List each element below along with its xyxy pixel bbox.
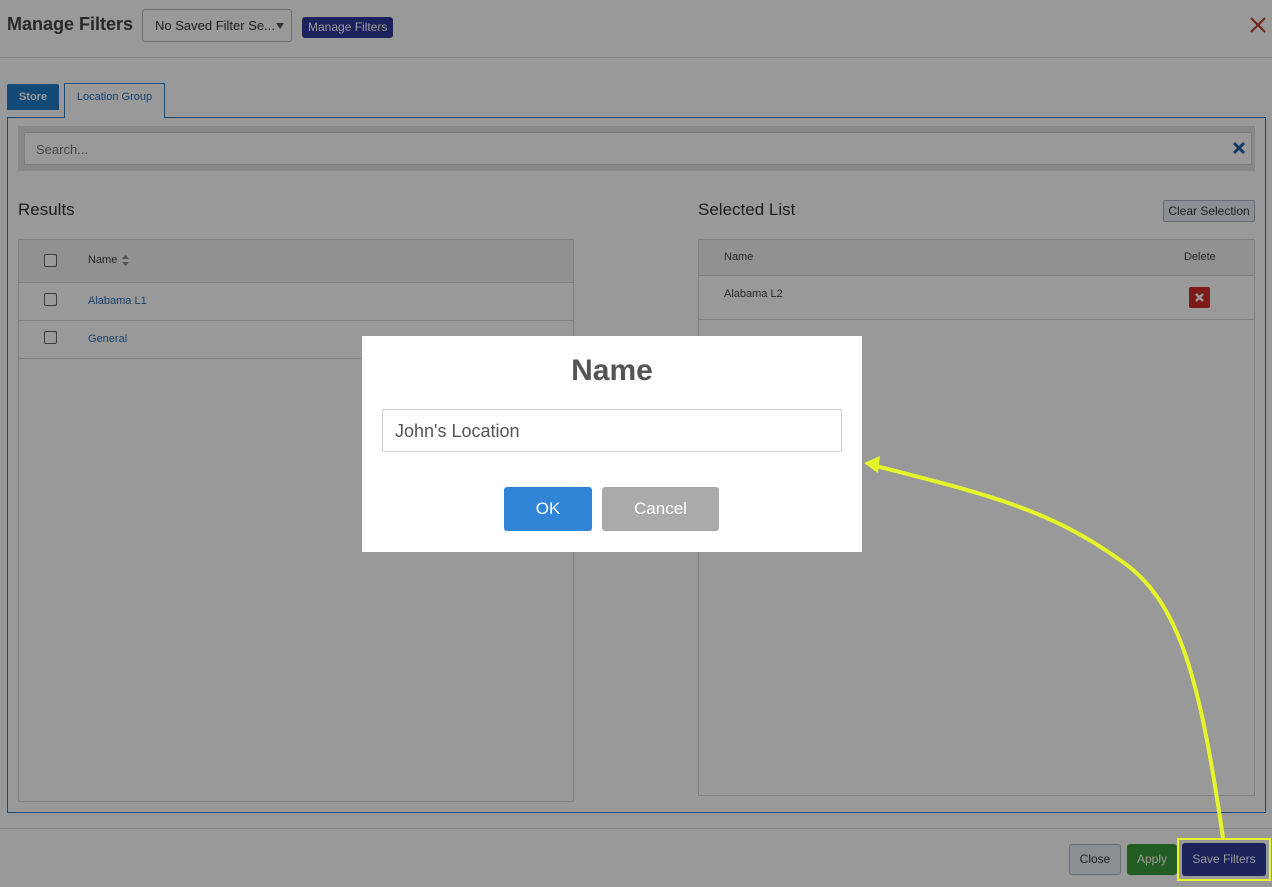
name-dialog: Name John's Location OK Cancel	[362, 336, 862, 552]
dialog-title: Name	[571, 354, 653, 387]
save-filters-highlight	[1177, 838, 1271, 881]
ok-button[interactable]: OK	[504, 487, 592, 531]
name-input[interactable]: John's Location	[382, 409, 842, 452]
cancel-button[interactable]: Cancel	[602, 487, 719, 531]
